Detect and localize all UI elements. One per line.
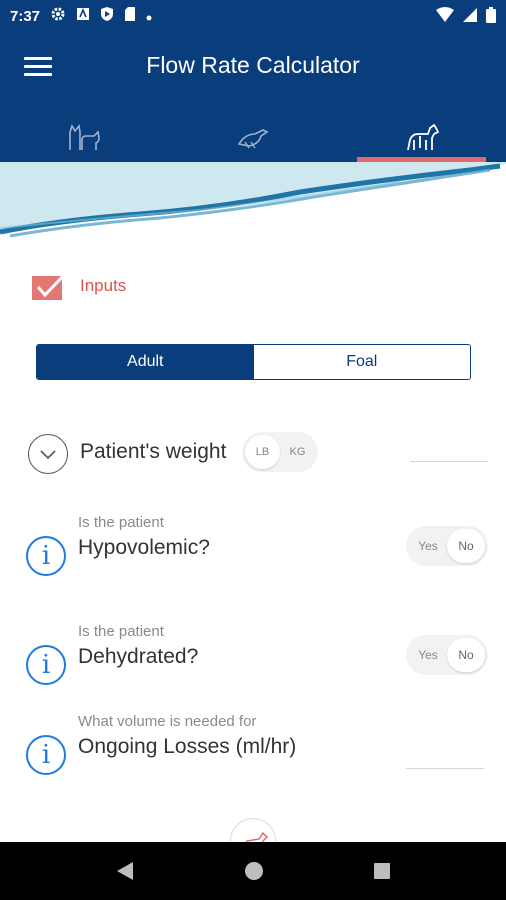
- checkbox-check-icon: [32, 271, 68, 300]
- water-wave-banner: [0, 162, 506, 242]
- yes-option[interactable]: Yes: [409, 529, 447, 563]
- app-title: Flow Rate Calculator: [146, 52, 360, 78]
- tab-bird[interactable]: [169, 112, 338, 162]
- status-system-icons: [436, 7, 496, 27]
- info-icon[interactable]: i: [26, 536, 66, 576]
- tab-small-animal[interactable]: [0, 112, 169, 162]
- app-notification-icon: [76, 7, 90, 25]
- horse-logo-icon: [230, 818, 276, 842]
- signal-icon: [462, 7, 478, 27]
- info-icon[interactable]: i: [26, 645, 66, 685]
- ongoing-losses-input[interactable]: [406, 767, 484, 769]
- info-icon[interactable]: i: [26, 735, 66, 775]
- dehydrated-question: Dehydrated?: [78, 645, 199, 668]
- wifi-icon: [436, 7, 454, 27]
- no-option[interactable]: No: [447, 638, 485, 672]
- age-toggle: Adult Foal: [36, 344, 471, 380]
- sd-card-icon: [124, 6, 136, 26]
- bird-icon: [237, 129, 269, 149]
- tab-horse[interactable]: [337, 112, 506, 162]
- status-time: 7:37: [10, 7, 41, 25]
- app-bar: Flow Rate Calculator: [0, 32, 506, 162]
- home-icon[interactable]: [244, 861, 264, 881]
- chevron-down-icon[interactable]: [28, 434, 68, 474]
- dehydrated-sublabel: Is the patient: [78, 623, 164, 640]
- hypovolemic-question: Hypovolemic?: [78, 536, 210, 559]
- cat-dog-icon: [69, 124, 101, 150]
- adult-option[interactable]: Adult: [37, 345, 254, 379]
- hypovolemic-row: i Is the patient Hypovolemic? Yes No: [26, 514, 488, 584]
- species-tabs: [0, 112, 506, 162]
- weight-input[interactable]: [410, 460, 488, 462]
- ongoing-losses-row: i What volume is needed for Ongoing Loss…: [26, 713, 488, 783]
- gear-icon: [50, 6, 66, 26]
- shield-icon: [100, 6, 114, 26]
- patient-weight-row: Patient's weight LB KG: [28, 430, 488, 478]
- inputs-section-header: Inputs: [30, 270, 126, 302]
- dot-icon: [146, 8, 152, 25]
- unit-kg-option[interactable]: KG: [280, 435, 315, 469]
- weight-unit-toggle[interactable]: LB KG: [242, 432, 318, 472]
- inputs-label: Inputs: [80, 276, 127, 295]
- status-notification-icons: [50, 6, 152, 26]
- status-bar: 7:37: [0, 0, 506, 32]
- ongoing-losses-question: Ongoing Losses (ml/hr): [78, 735, 297, 758]
- no-option[interactable]: No: [447, 529, 485, 563]
- patient-weight-label: Patient's weight: [80, 440, 227, 463]
- hypovolemic-sublabel: Is the patient: [78, 514, 164, 531]
- foal-option[interactable]: Foal: [253, 345, 470, 379]
- recents-icon[interactable]: [373, 862, 391, 880]
- horse-icon: [406, 123, 439, 151]
- dehydrated-toggle[interactable]: Yes No: [406, 635, 488, 675]
- battery-icon: [486, 7, 496, 27]
- yes-option[interactable]: Yes: [409, 638, 447, 672]
- back-icon[interactable]: [115, 860, 135, 882]
- dehydrated-row: i Is the patient Dehydrated? Yes No: [26, 623, 488, 693]
- hypovolemic-toggle[interactable]: Yes No: [406, 526, 488, 566]
- system-navigation-bar: [0, 842, 506, 900]
- ongoing-losses-sublabel: What volume is needed for: [78, 713, 257, 730]
- unit-lb-option[interactable]: LB: [245, 435, 280, 469]
